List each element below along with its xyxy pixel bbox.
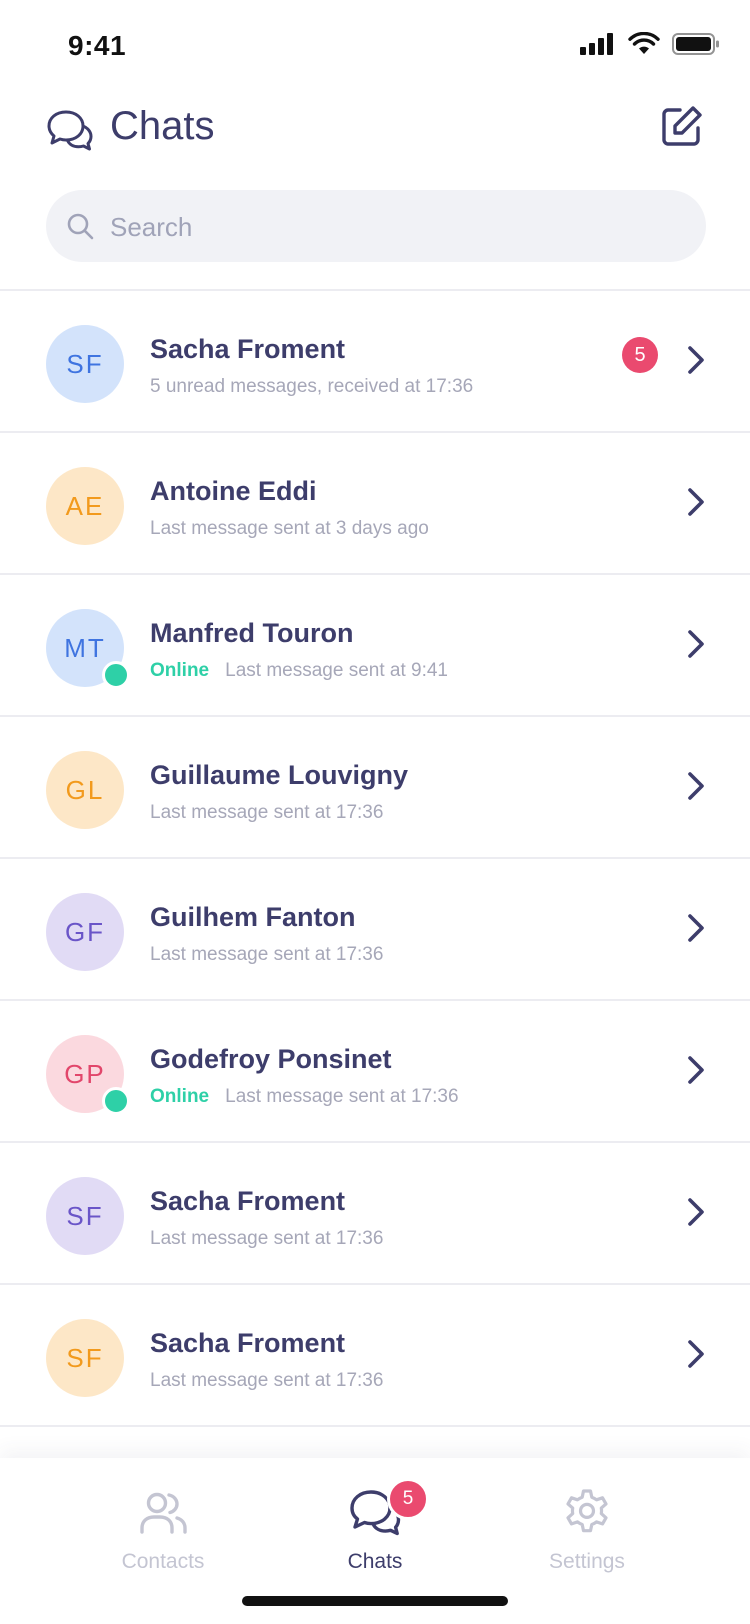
contacts-icon	[140, 1492, 187, 1534]
avatar-initials: GF	[64, 916, 106, 947]
chat-list: SF Sacha Froment 5 unread messages, rece…	[0, 291, 750, 1427]
search-icon	[67, 213, 94, 240]
search-input[interactable]	[108, 190, 692, 264]
avatar: GP	[46, 1035, 130, 1115]
avatar: MT	[46, 609, 130, 689]
last-message-info: 5 unread messages, received at 17:36	[150, 376, 474, 397]
chevron-right-icon	[688, 488, 704, 516]
chat-row[interactable]: GL Guillaume Louvigny Last message sent …	[0, 717, 750, 859]
chevron-right-icon	[688, 630, 704, 658]
avatar-initials: AE	[65, 490, 105, 521]
wifi-icon	[628, 32, 660, 54]
page-title: Chats	[110, 104, 215, 148]
chat-row[interactable]: SF Sacha Froment Last message sent at 17…	[0, 1285, 750, 1427]
chat-row[interactable]: GP Godefroy Ponsinet Online Last message …	[0, 1001, 750, 1143]
chat-subtitle: Last message sent at 17:36	[150, 1370, 383, 1392]
tab-badge: 5	[387, 1478, 429, 1520]
avatar: SF	[46, 1319, 124, 1397]
chevron-right-icon	[688, 1340, 704, 1368]
gear-icon	[566, 1489, 608, 1533]
cellular-signal-icon	[580, 33, 613, 55]
chat-row[interactable]: SF Sacha Froment 5 unread messages, rece…	[0, 291, 750, 433]
header: Chats	[0, 96, 750, 166]
status-bar: 9:41	[0, 0, 750, 90]
chevron-right-icon	[688, 346, 704, 374]
chat-subtitle: Last message sent at 17:36	[150, 802, 383, 824]
tab-contacts[interactable]: Contacts	[88, 1488, 238, 1578]
chevron-right-icon	[688, 914, 704, 942]
last-message-info: Last message sent at 17:36	[150, 944, 384, 965]
avatar: SF	[46, 1177, 124, 1255]
avatar-initials: GL	[65, 774, 105, 805]
online-indicator	[102, 661, 130, 689]
chat-row[interactable]: SF Sacha Froment Last message sent at 17…	[0, 1143, 750, 1285]
home-indicator[interactable]	[242, 1596, 508, 1606]
contact-name: Manfred Touron	[150, 618, 354, 648]
contact-name: Sacha Froment	[150, 334, 346, 364]
chevron-right-icon	[688, 1198, 704, 1226]
contact-name: Guillaume Louvigny	[150, 760, 409, 790]
unread-badge: 5	[622, 337, 658, 373]
tab-label: Chats	[347, 1550, 403, 1573]
last-message-info: Last message sent at 17:36	[150, 1370, 384, 1391]
chat-bubbles-icon	[47, 110, 93, 151]
chat-subtitle: Last message sent at 17:36	[150, 944, 383, 966]
contact-name: Guilhem Fanton	[150, 902, 356, 932]
avatar-initials: GP	[64, 1058, 106, 1089]
avatar: AE	[46, 467, 124, 545]
contact-name: Sacha Froment	[150, 1186, 346, 1216]
chat-row[interactable]: MT Manfred Touron Online Last message sen…	[0, 575, 750, 717]
avatar-initials: SF	[66, 348, 104, 379]
chat-subtitle: Last message sent at 3 days ago	[150, 518, 429, 540]
status-time: 9:41	[68, 30, 127, 61]
avatar-initials: MT	[64, 632, 106, 663]
contact-name: Antoine Eddi	[150, 476, 317, 506]
chat-row[interactable]: AE Antoine Eddi Last message sent at 3 d…	[0, 433, 750, 575]
tab-label: Contacts	[121, 1550, 205, 1573]
tab-chats[interactable]: 5 Chats	[300, 1478, 450, 1578]
tab-settings[interactable]: Settings	[512, 1488, 662, 1578]
last-message-info: Last message sent at 17:36	[150, 1228, 384, 1249]
online-status: Online	[150, 1086, 210, 1107]
compose-button[interactable]	[660, 104, 704, 148]
contact-name: Godefroy Ponsinet	[150, 1044, 392, 1074]
chevron-right-icon	[688, 1056, 704, 1084]
online-indicator	[102, 1087, 130, 1115]
avatar: GL	[46, 751, 124, 829]
avatar-initials: SF	[66, 1200, 104, 1231]
contact-name: Sacha Froment	[150, 1328, 346, 1358]
last-message-info: Last message sent at 3 days ago	[150, 518, 429, 539]
chevron-right-icon	[688, 772, 704, 800]
last-message-info: Last message sent at 9:41	[225, 660, 448, 681]
search-bar[interactable]	[46, 190, 706, 264]
status-icons	[580, 32, 720, 56]
battery-icon	[672, 33, 719, 55]
avatar-initials: SF	[66, 1342, 104, 1373]
last-message-info: Last message sent at 17:36	[225, 1086, 459, 1107]
avatar: SF	[46, 325, 124, 403]
online-status: Online	[150, 660, 210, 681]
chat-subtitle: Last message sent at 17:36	[150, 1228, 383, 1250]
last-message-info: Last message sent at 17:36	[150, 802, 384, 823]
chat-subtitle: Online Last message sent at 17:36	[150, 1086, 459, 1108]
chat-row[interactable]: GF Guilhem Fanton Last message sent at 1…	[0, 859, 750, 1001]
chat-subtitle: Online Last message sent at 9:41	[150, 660, 448, 682]
avatar: GF	[46, 893, 124, 971]
compose-icon	[662, 106, 702, 146]
chat-subtitle: 5 unread messages, received at 17:36	[150, 376, 473, 398]
tab-label: Settings	[549, 1550, 625, 1573]
